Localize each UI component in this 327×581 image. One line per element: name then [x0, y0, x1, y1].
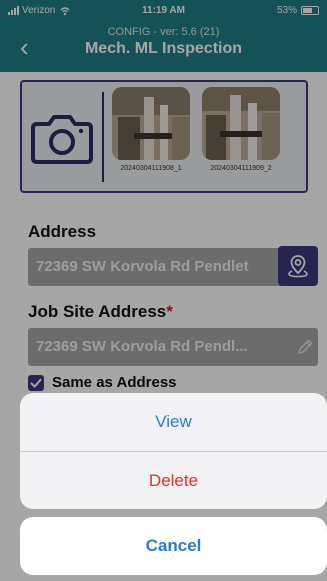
view-button[interactable]: View: [20, 393, 327, 451]
cancel-button[interactable]: Cancel: [20, 517, 327, 575]
delete-button[interactable]: Delete: [20, 451, 327, 509]
action-sheet: View Delete: [20, 393, 327, 509]
